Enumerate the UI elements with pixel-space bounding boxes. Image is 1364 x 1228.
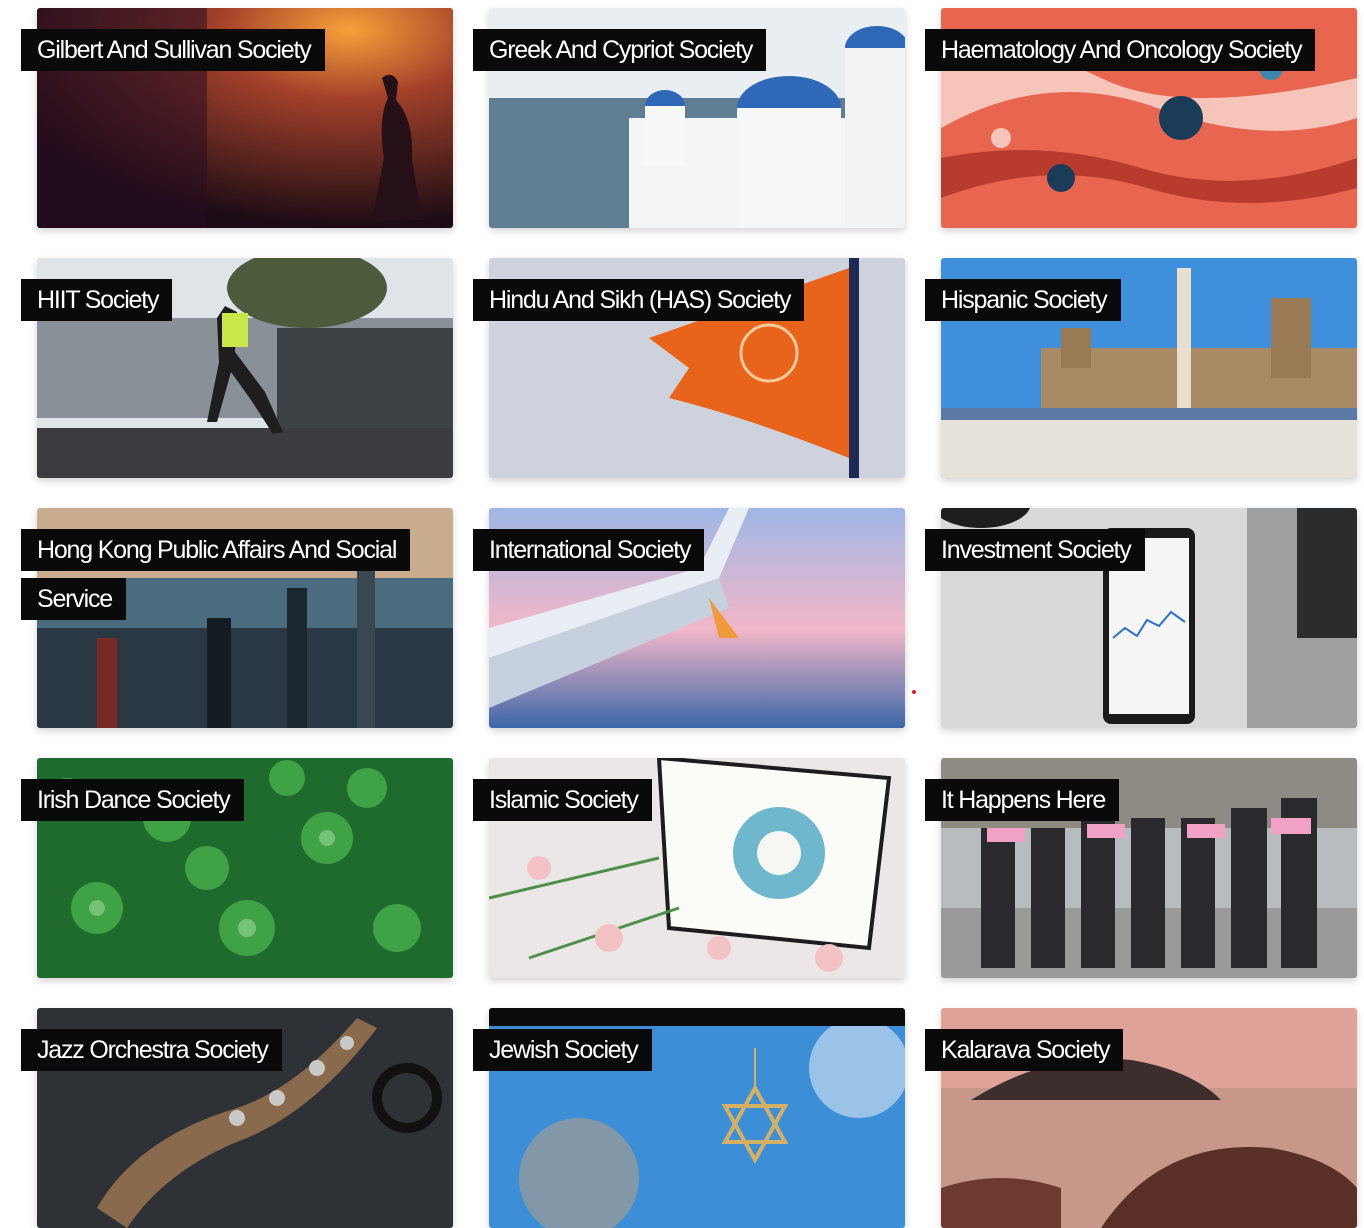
society-card-irish-dance[interactable]: Irish Dance Society [21,758,453,978]
hong-kong-skyline-image [37,508,453,728]
society-card-islamic[interactable]: Islamic Society [473,758,905,978]
society-card-jewish[interactable]: Jewish Society [473,1008,905,1228]
santorini-image [489,8,905,228]
society-card-international[interactable]: International Society [473,508,905,728]
star-of-david-image [489,1008,905,1228]
quran-flowers-image [489,758,905,978]
protest-group-image [941,758,1357,978]
society-card-it-happens-here[interactable]: It Happens Here [925,758,1357,978]
om-flag-image [489,258,905,478]
fluid-art-image [941,8,1357,228]
shamrock-image [37,758,453,978]
society-card-hiit[interactable]: HIIT Society [21,258,453,478]
society-card-greek-and-cypriot[interactable]: Greek And Cypriot Society [473,8,905,228]
society-card-investment[interactable]: Investment Society [925,508,1357,728]
red-dot [912,690,916,694]
society-card-jazz-orchestra[interactable]: Jazz Orchestra Society [21,1008,453,1228]
society-card-hong-kong-public-affairs[interactable]: Hong Kong Public Affairs And Social Serv… [21,508,453,728]
society-card-kalarava[interactable]: Kalarava Society [925,1008,1357,1228]
society-card-gilbert-and-sullivan[interactable]: Gilbert And Sullivan Society [21,8,453,228]
society-card-haematology-and-oncology[interactable]: Haematology And Oncology Society [925,8,1357,228]
airplane-wing-image [489,508,905,728]
society-card-hispanic[interactable]: Hispanic Society [925,258,1357,478]
society-card-hindu-and-sikh[interactable]: Hindu And Sikh (HAS) Society [473,258,905,478]
rocky-coast-image [941,1008,1357,1228]
runner-image [37,258,453,478]
saxophone-image [37,1008,453,1228]
plaza-de-espana-image [941,258,1357,478]
stock-phone-image [941,508,1357,728]
theatre-stage-image [37,8,453,228]
